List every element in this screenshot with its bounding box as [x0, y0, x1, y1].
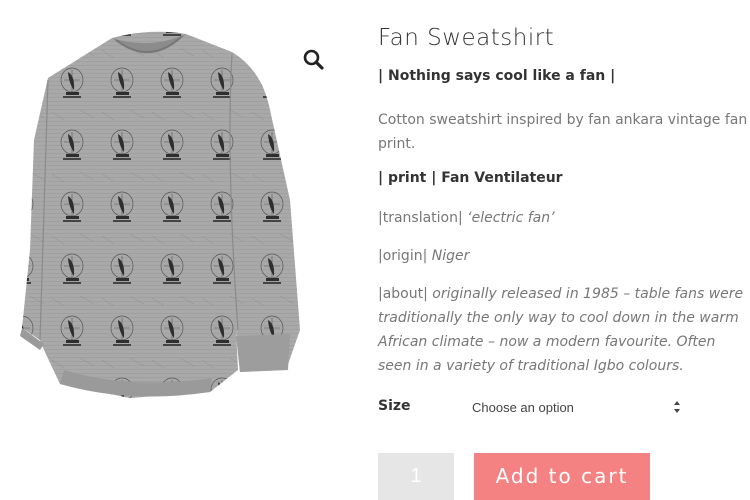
quantity-input[interactable]: 1 [378, 453, 454, 500]
size-label: Size [378, 398, 411, 414]
product-summary: Fan Sweatshirt | Nothing says cool like … [378, 22, 750, 392]
product-description: Cotton sweatshirt inspired by fan ankara… [378, 112, 748, 152]
translation-line: |translation| ‘electric fan’ [378, 206, 750, 230]
product-tagline: | Nothing says cool like a fan | [378, 68, 616, 84]
size-select[interactable]: Choose an option [472, 396, 682, 418]
origin-value: Niger [431, 248, 470, 264]
product-image[interactable] [0, 0, 340, 500]
translation-label: |translation| [378, 210, 463, 226]
zoom-icon[interactable] [302, 48, 326, 72]
up-down-arrows-icon [672, 397, 682, 417]
origin-line: |origin| Niger [378, 244, 750, 268]
size-select-value: Choose an option [472, 400, 574, 415]
print-name: | print | Fan Ventilateur [378, 170, 563, 186]
translation-value: ‘electric fan’ [467, 210, 555, 226]
add-to-cart-button[interactable]: Add to cart [474, 453, 650, 500]
about-label: |about| [378, 286, 428, 302]
about-line: |about| originally released in 1985 – ta… [378, 282, 750, 378]
origin-label: |origin| [378, 248, 428, 264]
sweatshirt-image [20, 31, 300, 398]
about-value: originally released in 1985 – table fans… [378, 286, 744, 374]
size-variation: Size Choose an option [378, 396, 698, 418]
product-title: Fan Sweatshirt [378, 25, 555, 51]
